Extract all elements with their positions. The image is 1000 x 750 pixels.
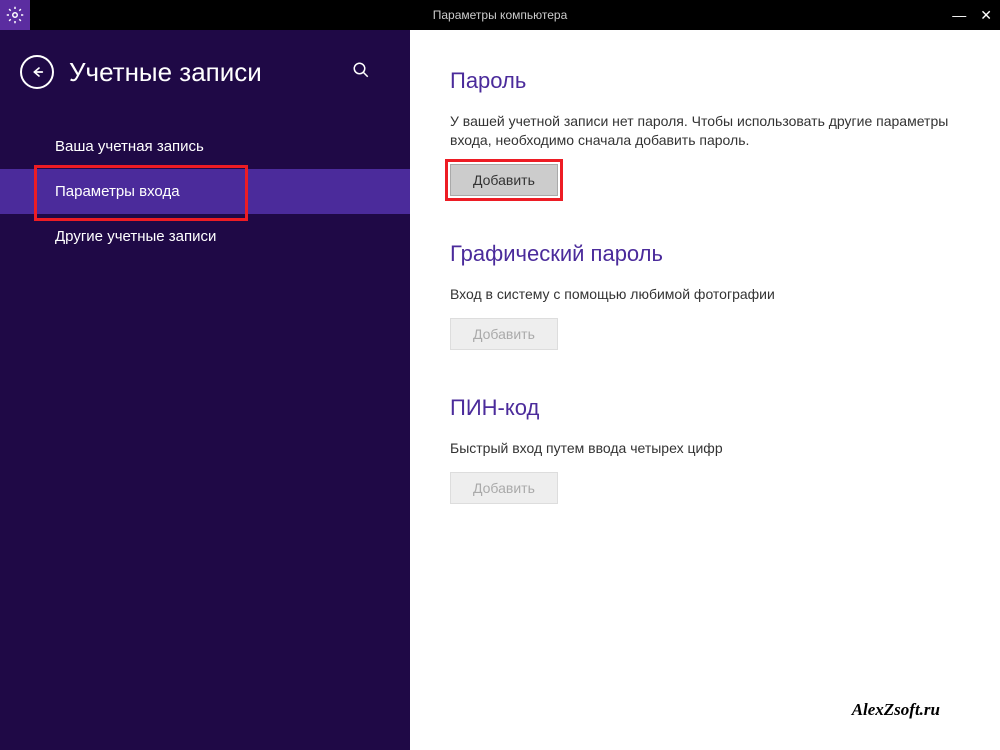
search-button[interactable] [352,61,370,84]
picture-description: Вход в систему с помощью любимой фотогра… [450,285,960,304]
content-pane: Пароль У вашей учетной записи нет пароля… [410,30,1000,750]
titlebar: Параметры компьютера — ✕ [0,0,1000,30]
watermark: AlexZsoft.ru [852,700,940,720]
back-button[interactable] [20,55,54,89]
sidebar-item-your-account[interactable]: Ваша учетная запись [0,124,410,169]
pin-description: Быстрый вход путем ввода четырех цифр [450,439,960,458]
sidebar-header: Учетные записи [0,55,410,109]
sidebar: Учетные записи Ваша учетная запись Парам… [0,30,410,750]
password-section: Пароль У вашей учетной записи нет пароля… [450,68,960,196]
minimize-button[interactable]: — [952,7,966,23]
nav-list: Ваша учетная запись Параметры входа Друг… [0,124,410,259]
picture-password-section: Графический пароль Вход в систему с помо… [450,241,960,350]
pin-section: ПИН-код Быстрый вход путем ввода четырех… [450,395,960,504]
picture-add-button: Добавить [450,318,558,350]
sidebar-item-signin-options[interactable]: Параметры входа [0,169,410,214]
page-title: Учетные записи [69,57,262,88]
password-description: У вашей учетной записи нет пароля. Чтобы… [450,112,960,150]
close-button[interactable]: ✕ [980,7,992,24]
password-heading: Пароль [450,68,960,94]
window-title: Параметры компьютера [433,8,567,22]
pin-heading: ПИН-код [450,395,960,421]
sidebar-item-other-accounts[interactable]: Другие учетные записи [0,214,410,259]
picture-heading: Графический пароль [450,241,960,267]
settings-app-icon [0,0,30,30]
pin-add-button: Добавить [450,472,558,504]
password-add-button[interactable]: Добавить [450,164,558,196]
window-controls: — ✕ [952,7,992,24]
